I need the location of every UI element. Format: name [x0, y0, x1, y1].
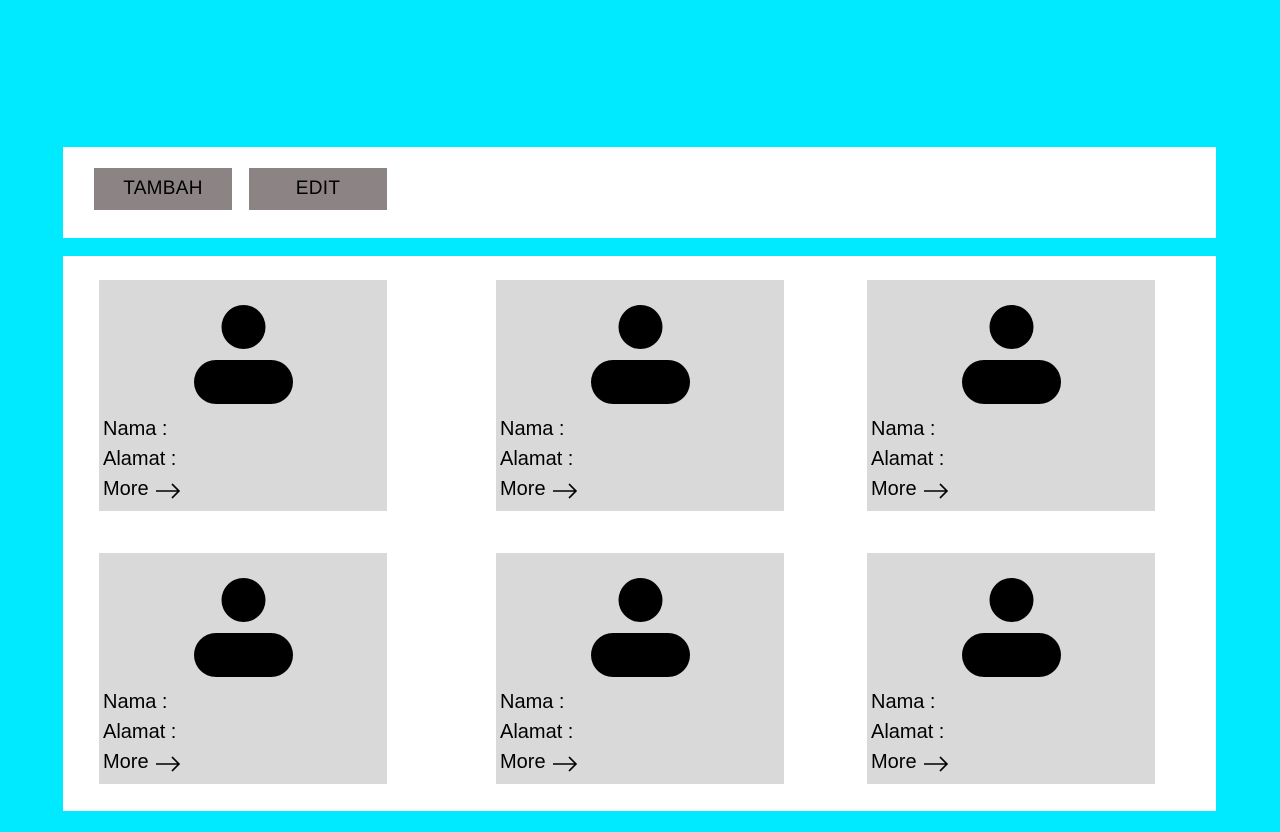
- alamat-label: Alamat :: [103, 721, 177, 743]
- more-label: More: [500, 478, 546, 500]
- tambah-button[interactable]: TAMBAH: [94, 168, 232, 210]
- nama-label: Nama :: [500, 691, 565, 713]
- person-card: Nama : Alamat : More: [867, 280, 1155, 511]
- person-card: Nama : Alamat : More: [99, 553, 387, 784]
- alamat-label: Alamat :: [871, 721, 945, 743]
- user-avatar-icon: [194, 305, 293, 404]
- user-avatar-icon: [194, 578, 293, 677]
- more-link[interactable]: More: [500, 477, 578, 501]
- person-card: Nama : Alamat : More: [867, 553, 1155, 784]
- alamat-label: Alamat :: [500, 448, 574, 470]
- edit-button[interactable]: EDIT: [249, 168, 387, 210]
- person-card: Nama : Alamat : More: [496, 280, 784, 511]
- more-label: More: [871, 478, 917, 500]
- arrow-right-icon: [923, 481, 949, 499]
- toolbar-panel: TAMBAH EDIT: [63, 147, 1216, 238]
- arrow-right-icon: [155, 481, 181, 499]
- nama-label: Nama :: [871, 691, 936, 713]
- more-link[interactable]: More: [871, 477, 949, 501]
- person-card: Nama : Alamat : More: [99, 280, 387, 511]
- arrow-right-icon: [552, 754, 578, 772]
- alamat-label: Alamat :: [871, 448, 945, 470]
- user-avatar-icon: [591, 305, 690, 404]
- more-label: More: [103, 478, 149, 500]
- user-avatar-icon: [962, 305, 1061, 404]
- person-card: Nama : Alamat : More: [496, 553, 784, 784]
- arrow-right-icon: [155, 754, 181, 772]
- nama-label: Nama :: [500, 418, 565, 440]
- more-link[interactable]: More: [103, 477, 181, 501]
- more-link[interactable]: More: [871, 750, 949, 774]
- arrow-right-icon: [923, 754, 949, 772]
- alamat-label: Alamat :: [103, 448, 177, 470]
- user-avatar-icon: [962, 578, 1061, 677]
- more-link[interactable]: More: [103, 750, 181, 774]
- alamat-label: Alamat :: [500, 721, 574, 743]
- cards-panel: Nama : Alamat : More Nama : Alamat : Mor…: [63, 256, 1216, 811]
- more-label: More: [871, 751, 917, 773]
- more-label: More: [500, 751, 546, 773]
- more-link[interactable]: More: [500, 750, 578, 774]
- nama-label: Nama :: [103, 691, 168, 713]
- more-label: More: [103, 751, 149, 773]
- user-avatar-icon: [591, 578, 690, 677]
- arrow-right-icon: [552, 481, 578, 499]
- nama-label: Nama :: [871, 418, 936, 440]
- nama-label: Nama :: [103, 418, 168, 440]
